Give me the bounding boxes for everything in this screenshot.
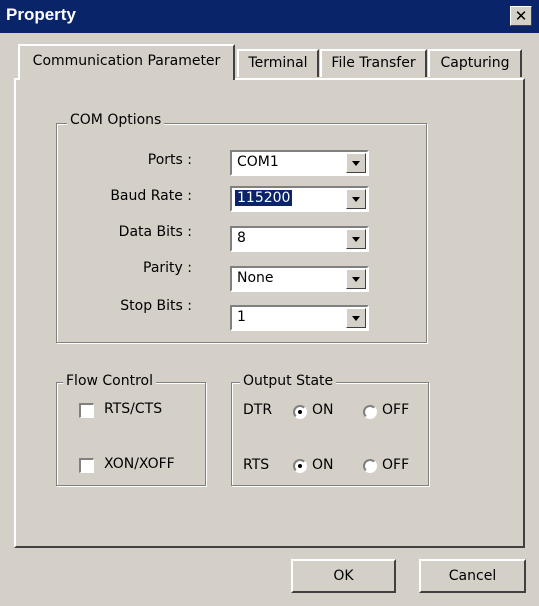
stop-bits-label: Stop Bits : [120, 298, 192, 314]
dtr-on-radio[interactable] [293, 405, 307, 419]
baud-rate-select[interactable]: 115200 [230, 186, 369, 212]
rts-off-label: OFF [382, 457, 410, 473]
ports-value: COM1 [237, 154, 279, 170]
baud-rate-value: 115200 [235, 190, 293, 206]
rts-cts-checkbox[interactable] [79, 403, 94, 418]
parity-select[interactable]: None [230, 266, 369, 292]
baud-rate-label: Baud Rate : [110, 188, 192, 204]
chevron-down-icon[interactable] [346, 229, 366, 249]
stop-bits-select[interactable]: 1 [230, 305, 369, 331]
rts-label: RTS [243, 457, 270, 473]
com-options-title: COM Options [67, 112, 165, 128]
output-state-title: Output State [240, 373, 337, 389]
tab-label: File Transfer [331, 55, 416, 71]
close-icon: ✕ [514, 7, 528, 25]
dtr-on-label: ON [312, 402, 334, 418]
data-bits-label: Data Bits : [118, 224, 192, 240]
ok-button[interactable]: OK [291, 559, 396, 593]
dtr-off-label: OFF [382, 402, 410, 418]
chevron-down-icon[interactable] [346, 189, 366, 209]
tab-label: Terminal [248, 55, 308, 71]
data-bits-select[interactable]: 8 [230, 226, 369, 252]
stop-bits-value: 1 [237, 309, 246, 325]
tab-label: Communication Parameter [32, 53, 221, 69]
window-title: Property [6, 5, 76, 24]
dtr-label: DTR [243, 402, 273, 418]
dtr-off-radio[interactable] [363, 405, 377, 419]
ports-label: Ports : [147, 152, 192, 168]
tab-terminal[interactable]: Terminal [237, 49, 319, 77]
flow-control-title: Flow Control [63, 373, 157, 389]
chevron-down-icon[interactable] [346, 269, 366, 289]
cancel-button[interactable]: Cancel [419, 559, 526, 593]
close-button[interactable]: ✕ [510, 6, 532, 26]
radio-dot [298, 464, 302, 468]
radio-dot [298, 410, 302, 414]
title-bar [0, 0, 539, 33]
tab-file-transfer[interactable]: File Transfer [320, 49, 427, 77]
xon-xoff-checkbox[interactable] [79, 458, 94, 473]
chevron-down-icon[interactable] [346, 308, 366, 328]
rts-on-label: ON [312, 457, 334, 473]
chevron-down-icon[interactable] [346, 153, 366, 173]
ports-select[interactable]: COM1 [230, 150, 369, 176]
tab-capturing[interactable]: Capturing [428, 49, 522, 77]
data-bits-value: 8 [237, 230, 246, 246]
parity-label: Parity : [143, 260, 192, 276]
parity-value: None [237, 270, 274, 286]
tab-communication-parameter[interactable]: Communication Parameter [18, 44, 235, 80]
rts-on-radio[interactable] [293, 459, 307, 473]
rts-cts-label: RTS/CTS [104, 401, 163, 417]
tab-label: Capturing [440, 55, 510, 71]
xon-xoff-label: XON/XOFF [104, 456, 175, 472]
rts-off-radio[interactable] [363, 459, 377, 473]
